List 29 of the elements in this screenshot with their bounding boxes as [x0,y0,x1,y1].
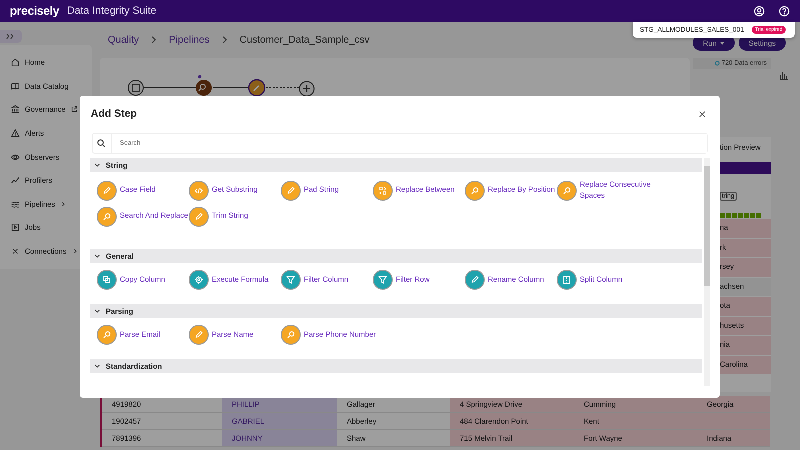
add-step-icon[interactable] [299,81,315,97]
breadcrumb-link[interactable]: Quality [108,34,140,46]
quality-bar-drawing [720,213,762,219]
waves-icon [11,200,20,209]
breadcrumb-current: Customer_Data_Sample_csv [240,34,370,46]
home-icon [11,58,20,68]
user-icon[interactable] [754,6,765,16]
alert-icon [11,129,20,138]
bank-icon [11,105,20,114]
bar-chart-icon[interactable] [779,70,789,80]
chevron-right-icon [72,248,79,256]
breadcrumb-link[interactable]: Pipelines [169,34,210,46]
close-icon[interactable] [699,110,706,118]
trend-icon [11,176,20,186]
play-icon [11,223,20,232]
eye-icon [11,152,20,162]
chevron-icon [151,36,158,44]
book-icon [11,82,20,91]
search-icon [97,139,106,148]
dialog-title: Add Step [91,108,138,120]
external-link-icon [70,106,78,114]
app-title: Data Integrity Suite [67,5,157,17]
ring-icon [714,61,720,66]
help-icon[interactable] [779,6,790,16]
caret-icon [720,42,725,44]
expand-icon[interactable] [0,30,22,43]
chevron-icon [222,36,228,44]
brand-logo[interactable]: precisely [10,4,60,18]
chevron-right-icon [60,200,68,208]
